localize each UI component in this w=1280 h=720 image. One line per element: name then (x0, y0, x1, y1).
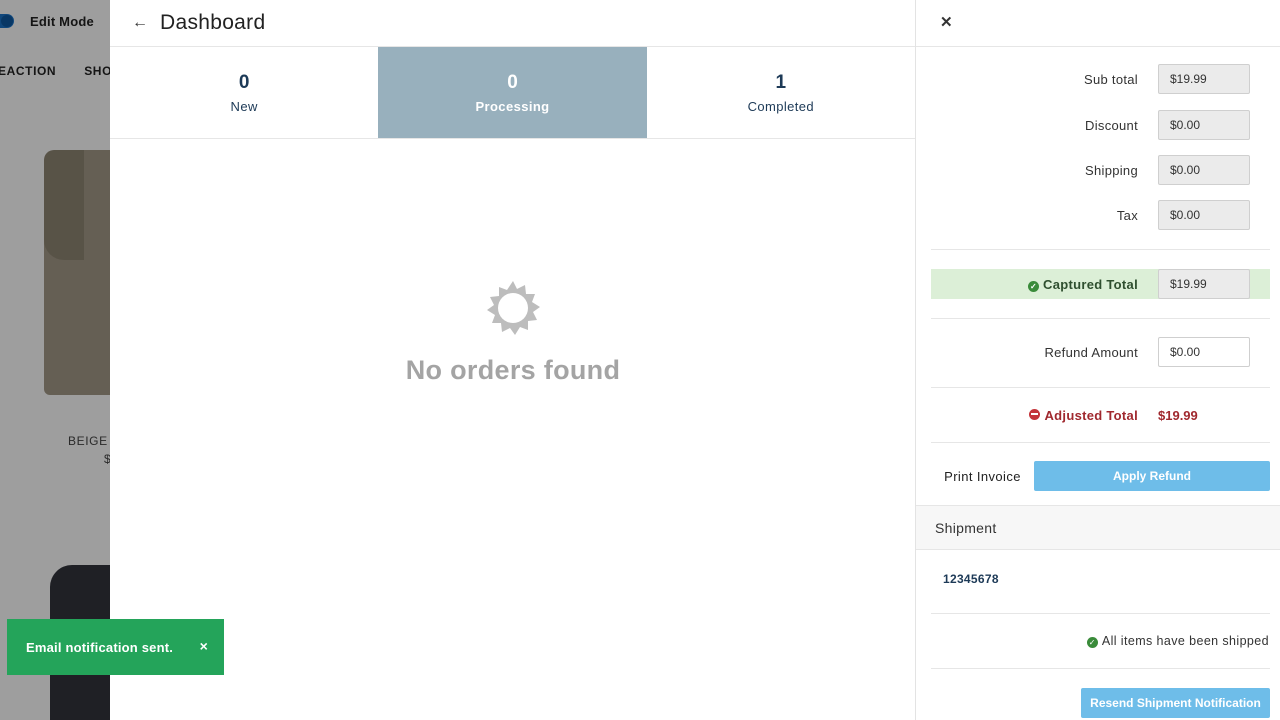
divider (931, 387, 1270, 388)
close-icon[interactable]: × (200, 638, 208, 654)
captured-total-text: Captured Total (1043, 276, 1138, 292)
check-circle-icon: ✓ (1028, 280, 1040, 292)
refund-row: Refund Amount $0.00 (931, 337, 1270, 367)
shipping-value: $0.00 (1158, 155, 1250, 185)
dashboard-header: ← Dashboard (110, 0, 915, 47)
dashboard-panel: ← Dashboard 0 New 0 Processing 1 Complet… (110, 0, 916, 720)
adjusted-total-text: Adjusted Total (1044, 407, 1138, 423)
tab-completed[interactable]: 1 Completed (647, 47, 915, 138)
tab-processing[interactable]: 0 Processing (378, 47, 647, 138)
tracking-number[interactable]: 12345678 (943, 572, 999, 586)
tax-row: Tax $0.00 (931, 200, 1270, 230)
subtotal-value: $19.99 (1158, 64, 1250, 94)
divider (931, 442, 1270, 443)
sun-icon (487, 281, 540, 335)
toast-message: Email notification sent. (26, 639, 174, 655)
tab-count: 0 (238, 71, 250, 93)
close-icon[interactable]: ✕ (940, 13, 953, 31)
empty-state: No orders found (110, 280, 916, 386)
refund-amount-input[interactable]: $0.00 (1158, 337, 1250, 367)
shipping-row: Shipping $0.00 (931, 155, 1270, 185)
order-status-tabs: 0 New 0 Processing 1 Completed (110, 47, 915, 139)
shipped-status-text: All items have been shipped (1101, 634, 1269, 648)
tab-count: 0 (507, 71, 518, 93)
tax-label: Tax (1116, 207, 1138, 223)
adjusted-total-label: Adjusted Total (931, 408, 1158, 423)
discount-label: Discount (1085, 117, 1138, 133)
refund-label: Refund Amount (1044, 344, 1138, 360)
discount-value: $0.00 (1158, 110, 1250, 140)
tab-label: New (230, 98, 258, 114)
divider (931, 668, 1270, 669)
apply-refund-button[interactable]: Apply Refund (1034, 461, 1270, 491)
captured-total-row: ✓ Captured Total $19.99 (931, 269, 1270, 299)
modal-overlay[interactable] (0, 0, 110, 720)
captured-total-value: $19.99 (1158, 269, 1250, 299)
refund-actions: Print Invoice Apply Refund (931, 461, 1270, 491)
print-invoice-link[interactable]: Print Invoice (931, 469, 1034, 484)
tax-value: $0.00 (1158, 200, 1250, 230)
minus-circle-icon (1029, 408, 1041, 420)
subtotal-row: Sub total $19.99 (931, 64, 1270, 94)
check-circle-icon: ✓ (1086, 637, 1098, 648)
resend-shipment-notification-button[interactable]: Resend Shipment Notification (1081, 688, 1270, 718)
toast-notification: Email notification sent. × (7, 619, 224, 675)
order-detail-panel: ✕ Sub total $19.99 Discount $0.00 Shippi… (916, 0, 1280, 720)
tab-label: Processing (475, 98, 550, 114)
shipped-status: ✓ All items have been shipped (1086, 634, 1269, 648)
shipping-label: Shipping (1085, 162, 1138, 178)
tab-new[interactable]: 0 New (110, 47, 378, 138)
captured-total-label: ✓ Captured Total (931, 277, 1158, 292)
discount-row: Discount $0.00 (931, 110, 1270, 140)
divider (931, 613, 1270, 614)
back-arrow-icon[interactable]: ← (132, 14, 156, 32)
divider (931, 318, 1270, 319)
page-title: Dashboard (160, 11, 266, 34)
subtotal-label: Sub total (1083, 71, 1138, 87)
tab-label: Completed (747, 98, 815, 114)
shipment-header: Shipment (916, 505, 1280, 550)
divider (916, 46, 1280, 47)
adjusted-total-value: $19.99 (1158, 407, 1198, 423)
tab-count: 1 (775, 71, 787, 93)
divider (931, 249, 1270, 250)
empty-message: No orders found (405, 355, 621, 385)
adjusted-total-row: Adjusted Total $19.99 (931, 400, 1270, 430)
